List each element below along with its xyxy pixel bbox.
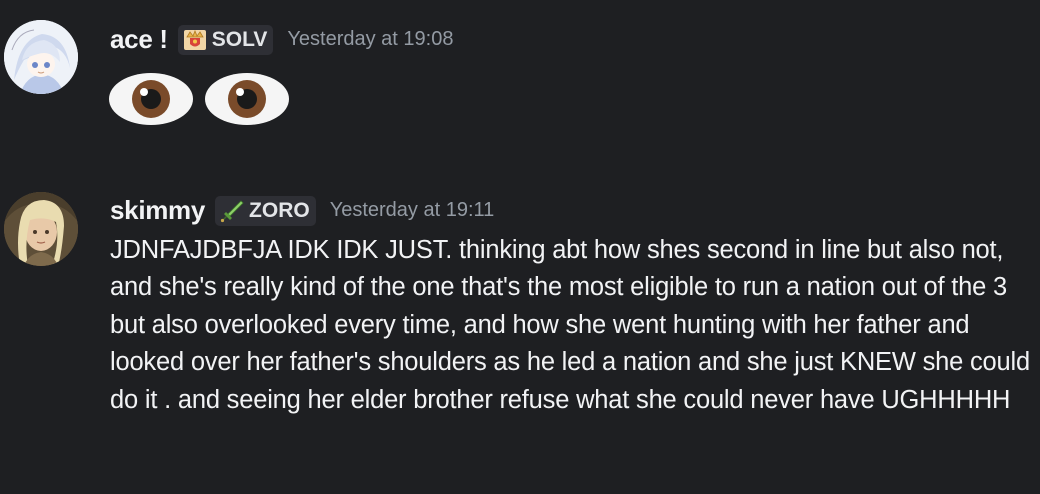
username[interactable]: skimmy (110, 195, 205, 226)
avatar-skimmy[interactable] (4, 192, 78, 266)
timestamp[interactable]: Yesterday at 19:11 (330, 199, 495, 222)
tag-label: ZORO (249, 198, 310, 222)
message-text: JDNFAJDBFJA IDK IDK JUST. thinking abt h… (110, 236, 1030, 414)
green-sword-icon (219, 198, 245, 224)
message-header: skimmy ZORO Yesterday at 19:11 (110, 195, 494, 226)
message-skimmy: skimmy ZORO Yesterday at 19:11 JDNFAJDBF… (0, 0, 1040, 494)
guild-tag[interactable]: ZORO (215, 195, 316, 226)
